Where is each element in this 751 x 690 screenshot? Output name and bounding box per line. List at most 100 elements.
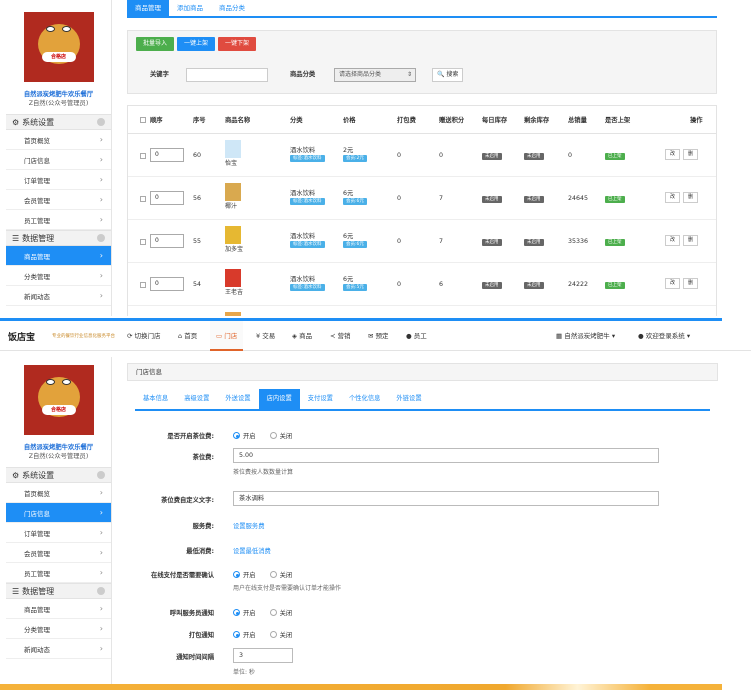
sidebar-item-orders[interactable]: 订单管理 ›: [6, 523, 111, 543]
collapse-icon[interactable]: [97, 587, 105, 595]
delete-button[interactable]: 删: [683, 278, 698, 289]
shelf-status-tag[interactable]: 已上架: [605, 196, 625, 203]
tab-basic-info[interactable]: 基本信息: [135, 389, 176, 409]
collapse-icon[interactable]: [97, 234, 105, 242]
tab-add-goods[interactable]: 添加商品: [169, 0, 211, 16]
pack-notify-off-radio[interactable]: [269, 631, 277, 638]
order-input[interactable]: 0: [150, 234, 184, 248]
store-tabs: 基本信息 高级设置 外送设置 店内设置 支付设置 个性化信息 外链设置: [135, 389, 710, 411]
collapse-icon[interactable]: [97, 118, 105, 126]
notify-interval-input[interactable]: 3: [233, 648, 293, 663]
pack-notify-on-radio[interactable]: [233, 631, 240, 638]
nav-staff[interactable]: ● 员工: [406, 321, 427, 351]
nav-home[interactable]: ⌂ 首页: [178, 321, 197, 351]
sidebar-item-goods[interactable]: 商品管理 ›: [6, 599, 111, 619]
sidebar-item-members[interactable]: 会员管理 ›: [6, 190, 111, 210]
edit-button[interactable]: 改: [665, 149, 680, 160]
delete-button[interactable]: 删: [683, 149, 698, 160]
service-fee-link[interactable]: 设置服务费: [233, 521, 264, 530]
shelf-status-tag[interactable]: 已上架: [605, 153, 625, 160]
tab-advanced[interactable]: 高级设置: [176, 389, 217, 409]
sidebar-group-system[interactable]: ⚙ 系统设置: [6, 467, 111, 483]
seat-fee-on-radio[interactable]: [233, 432, 240, 439]
tab-personalize[interactable]: 个性化信息: [341, 389, 388, 409]
sidebar-item-overview[interactable]: 首页概览 ›: [6, 483, 111, 503]
online-confirm-on-radio[interactable]: [233, 571, 240, 578]
edit-button[interactable]: 改: [665, 235, 680, 246]
nav-store[interactable]: ▭ 门店: [210, 321, 244, 351]
sidebar-item-staff[interactable]: 员工管理 ›: [6, 210, 111, 230]
tab-external-links[interactable]: 外链设置: [388, 389, 429, 409]
chevron-right-icon: ›: [99, 568, 103, 577]
sidebar-item-categories[interactable]: 分类管理 ›: [6, 266, 111, 286]
edit-button[interactable]: 改: [665, 192, 680, 203]
col-points: 赠送积分: [439, 117, 465, 124]
delete-button[interactable]: 删: [683, 192, 698, 203]
collapse-icon[interactable]: [97, 471, 105, 479]
user-menu[interactable]: ● 欢迎登录系统 ▾: [638, 321, 690, 351]
sidebar-item-overview[interactable]: 首页概览 ›: [6, 130, 111, 150]
table-row: 0 60 怡宝 酒水饮料 标签:酒水饮料 2元 会员:2元 0 0 未启用 未启用 0 已上架 改删: [128, 134, 716, 177]
shop-switch-dropdown[interactable]: ▦ 自然派炭烤肥牛 ▾: [556, 321, 615, 351]
bulk-import-button[interactable]: 批量导入: [136, 37, 175, 51]
vip-price-tag: 会员:6元: [343, 198, 367, 205]
shop-name[interactable]: 自然派炭烤肥牛欢乐餐厅: [6, 90, 111, 99]
row-checkbox[interactable]: [140, 239, 146, 245]
sidebar-item-store[interactable]: 门店信息 ›: [6, 503, 111, 523]
goods-category: 酒水饮料: [290, 190, 316, 197]
seat-fee-input[interactable]: 5.00: [233, 448, 659, 463]
tab-dine-in[interactable]: 店内设置: [258, 389, 300, 409]
sidebar-item-categories[interactable]: 分类管理 ›: [6, 619, 111, 639]
row-checkbox[interactable]: [140, 153, 146, 159]
order-input[interactable]: 0: [150, 277, 184, 291]
sidebar-item-news[interactable]: 新闻动态 ›: [6, 639, 111, 659]
order-input[interactable]: 0: [150, 191, 184, 205]
tab-delivery[interactable]: 外送设置: [217, 389, 258, 409]
sidebar-item-news[interactable]: 新闻动态 ›: [6, 286, 111, 306]
nav-trade[interactable]: ¥ 交易: [256, 321, 275, 351]
sidebar-item-orders[interactable]: 订单管理 ›: [6, 170, 111, 190]
edit-button[interactable]: 改: [665, 278, 680, 289]
search-button[interactable]: 🔍 搜索: [432, 68, 464, 82]
seat-fee-text-input[interactable]: 茶水调料: [233, 491, 659, 506]
nav-marketing[interactable]: ≺ 营销: [330, 321, 351, 351]
row-checkbox[interactable]: [140, 282, 146, 288]
col-name: 商品名称: [225, 117, 251, 124]
row-checkbox[interactable]: [140, 196, 146, 202]
seat-fee-off-radio[interactable]: [269, 432, 277, 439]
unshelve-all-button[interactable]: 一键下架: [218, 37, 257, 51]
shop-name[interactable]: 自然派炭烤肥牛欢乐餐厅: [6, 443, 111, 452]
min-spend-link[interactable]: 设置最低消费: [233, 546, 271, 555]
tab-payment[interactable]: 支付设置: [300, 389, 341, 409]
sidebar-group-system[interactable]: ⚙ 系统设置: [6, 114, 111, 130]
brand-logo[interactable]: 饭店宝: [8, 330, 35, 343]
call-notify-on-radio[interactable]: [233, 609, 240, 616]
online-confirm-off-radio[interactable]: [269, 571, 277, 578]
nav-reserve[interactable]: ✉ 预定: [368, 321, 389, 351]
order-input[interactable]: 0: [150, 148, 184, 162]
shelf-status-tag[interactable]: 已上架: [605, 282, 625, 289]
nav-goods[interactable]: ◈ 商品: [292, 321, 312, 351]
shelf-status-tag[interactable]: 已上架: [605, 239, 625, 246]
nav-switch-store[interactable]: ⟳ 切换门店: [127, 321, 161, 351]
sidebar-item-store[interactable]: 门店信息 ›: [6, 150, 111, 170]
category-select[interactable]: 请选择商品分类 ⇕: [334, 68, 416, 82]
delete-button[interactable]: 删: [683, 235, 698, 246]
chevron-right-icon: ›: [99, 291, 103, 300]
gift-points: 6: [439, 281, 444, 288]
sidebar-item-goods[interactable]: 商品管理 ›: [6, 246, 111, 266]
tab-goods-manage[interactable]: 商品管理: [127, 0, 169, 16]
table-row: 0 55 加多宝 酒水饮料 标签:酒水饮料 6元 会员:6元 0 7 未启用 未启用 35336 已上架…: [128, 220, 716, 263]
select-all-checkbox[interactable]: [140, 117, 146, 123]
user-icon: ●: [406, 332, 412, 340]
keyword-input[interactable]: [186, 68, 268, 82]
tab-goods-category[interactable]: 商品分类: [211, 0, 253, 16]
sidebar-group-data[interactable]: ☰ 数据管理: [6, 230, 111, 246]
call-notify-off-radio[interactable]: [269, 609, 277, 616]
keyword-label: 关键字: [150, 71, 169, 78]
col-sales: 总销量: [568, 117, 587, 124]
sidebar-item-staff[interactable]: 员工管理 ›: [6, 563, 111, 583]
shelve-all-button[interactable]: 一键上架: [177, 37, 216, 51]
sidebar-item-members[interactable]: 会员管理 ›: [6, 543, 111, 563]
sidebar-group-data[interactable]: ☰ 数据管理: [6, 583, 111, 599]
